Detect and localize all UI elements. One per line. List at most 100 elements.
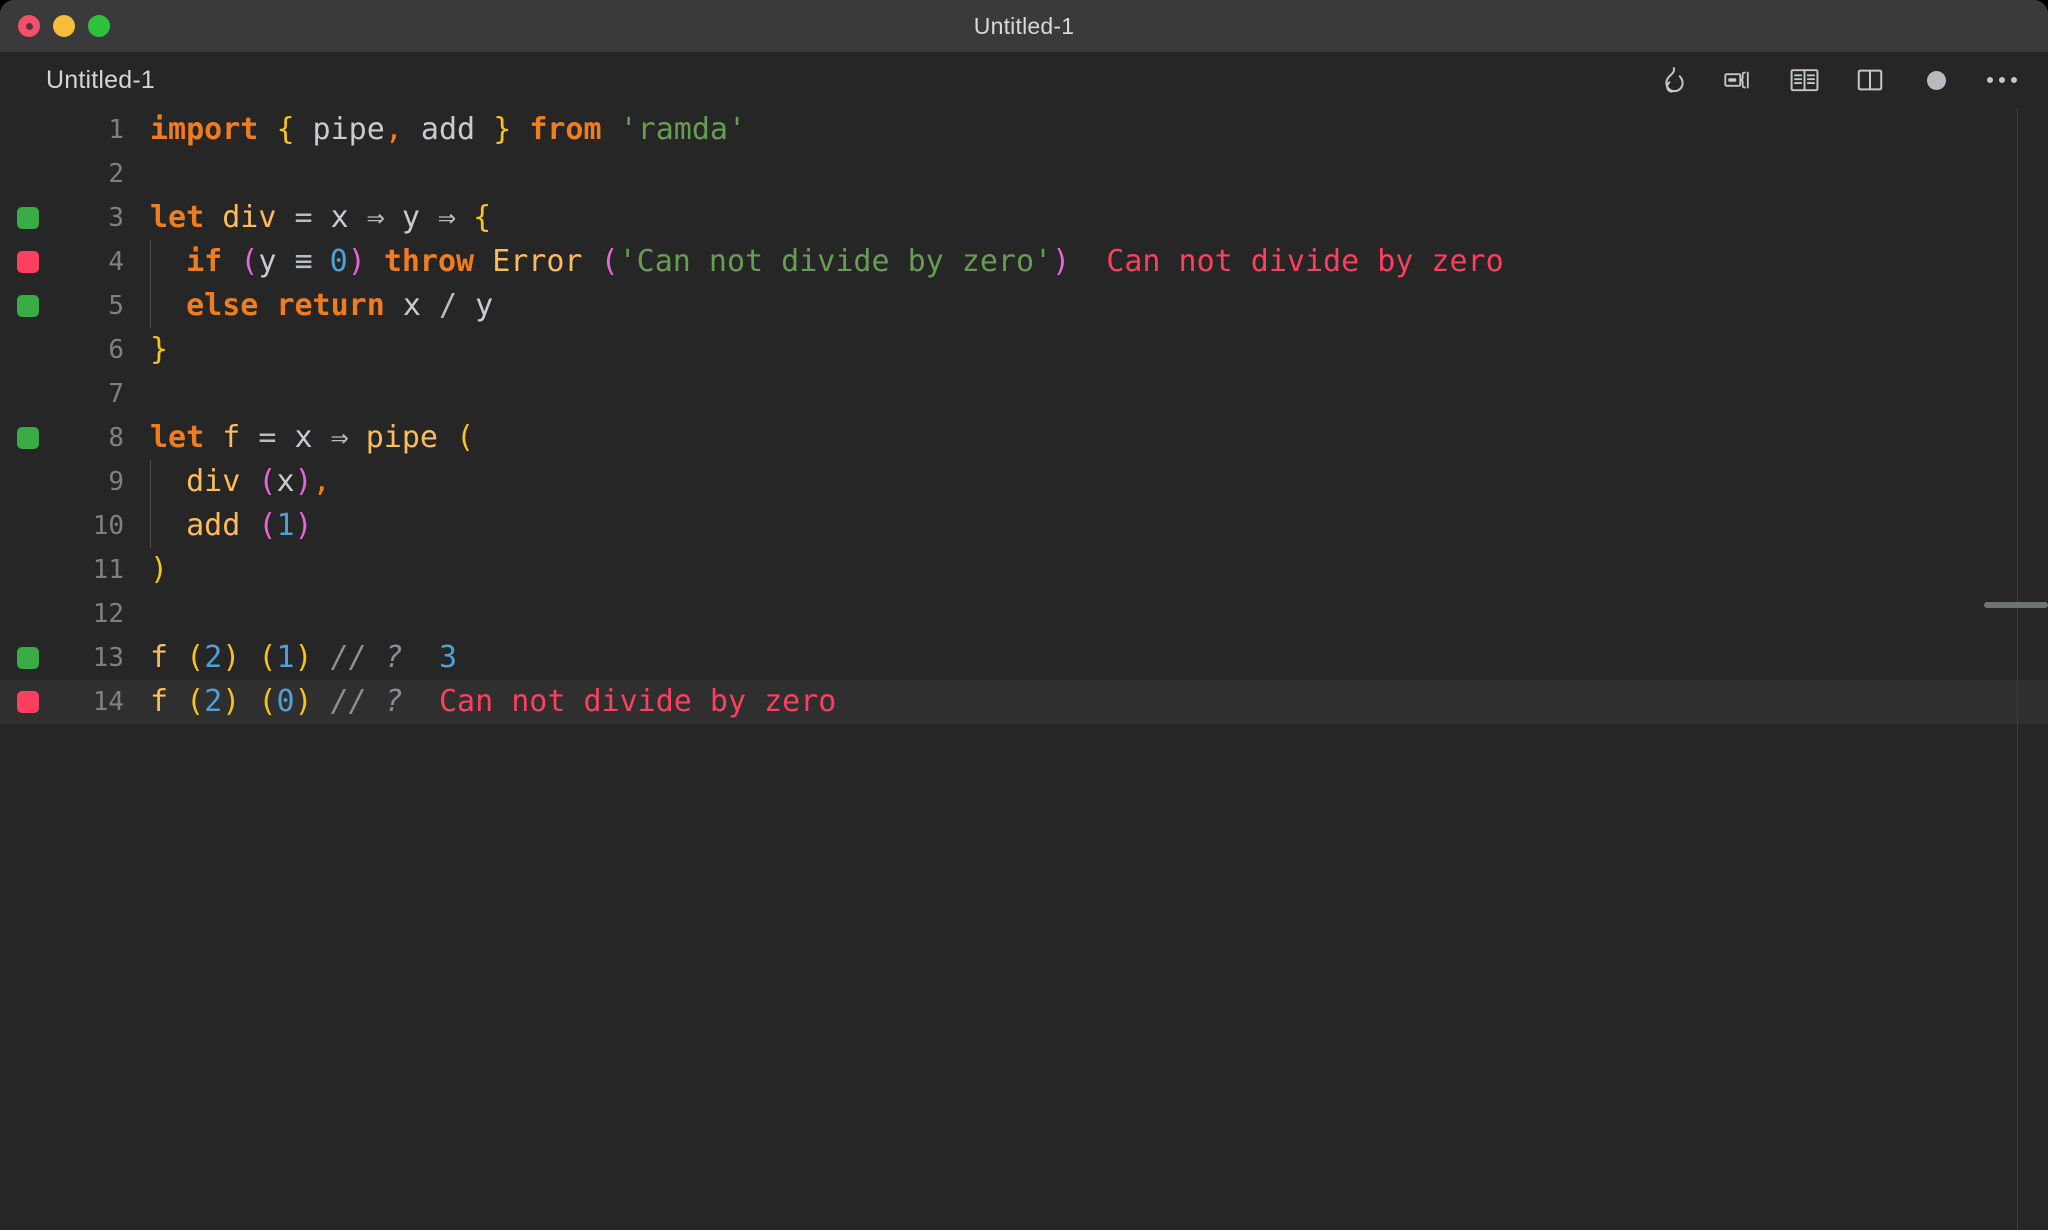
coverage-gutter xyxy=(0,559,56,581)
maximize-window-button[interactable] xyxy=(88,15,110,37)
code-token: ( xyxy=(258,640,277,675)
code-token: 2 xyxy=(204,640,223,675)
coverage-gutter xyxy=(0,383,56,405)
code-token: ) xyxy=(294,684,313,719)
split-editor-icon[interactable] xyxy=(1850,60,1890,100)
code-line[interactable]: 12 xyxy=(0,592,2048,636)
indent-guide xyxy=(150,284,151,328)
code-token: 0 xyxy=(329,244,348,279)
quokka-flame-icon[interactable] xyxy=(1652,60,1692,100)
code-token: Error xyxy=(492,244,583,279)
code-token: 1 xyxy=(276,508,295,543)
line-number: 13 xyxy=(92,643,124,673)
code-editor[interactable]: 1 import { pipe, add } from 'ramda' 2 3 let … xyxy=(0,108,2048,1230)
line-content[interactable]: } xyxy=(146,328,2048,372)
code-token: let xyxy=(150,420,205,455)
coverage-gutter xyxy=(0,295,56,317)
code-token: let xyxy=(150,200,205,235)
code-token: x xyxy=(276,464,295,499)
coverage-gutter xyxy=(0,471,56,493)
run-preview-icon[interactable] xyxy=(1718,60,1758,100)
book-preview-icon[interactable] xyxy=(1784,60,1824,100)
code-token: , xyxy=(384,112,403,147)
indent-guide xyxy=(150,460,151,504)
code-token: } xyxy=(150,332,169,367)
coverage-ok-marker xyxy=(17,295,39,317)
code-line[interactable]: 13 f (2) (1) // ? 3 xyxy=(0,636,2048,680)
line-content[interactable]: div (x), xyxy=(146,460,2048,504)
more-actions-icon[interactable] xyxy=(1982,60,2022,100)
tab-untitled-1[interactable]: Untitled-1 xyxy=(46,66,155,95)
line-content[interactable]: f (2) (0) // ? Can not divide by zero xyxy=(146,680,2048,724)
code-line[interactable]: 1 import { pipe, add } from 'ramda' xyxy=(0,108,2048,152)
code-line[interactable]: 2 xyxy=(0,152,2048,196)
minimize-window-button[interactable] xyxy=(53,15,75,37)
code-line[interactable]: 4 if (y ≡ 0) throw Error ('Can not divid… xyxy=(0,240,2048,284)
code-token: = xyxy=(294,200,313,235)
code-line[interactable]: 7 xyxy=(0,372,2048,416)
code-line[interactable]: 10 add (1) xyxy=(0,504,2048,548)
coverage-empty-marker xyxy=(17,383,39,405)
code-token: from xyxy=(529,112,602,147)
code-token: ( xyxy=(600,244,619,279)
line-content[interactable]: let f = x ⇒ pipe ( xyxy=(146,416,2048,460)
minimap-separator xyxy=(2017,108,2018,1230)
code-line[interactable]: 8 let f = x ⇒ pipe ( xyxy=(0,416,2048,460)
code-line[interactable]: 11) xyxy=(0,548,2048,592)
line-content[interactable]: let div = x ⇒ y ⇒ { xyxy=(146,196,2048,240)
code-token: ) xyxy=(294,640,313,675)
code-token: { xyxy=(473,200,492,235)
line-content[interactable]: else return x / y xyxy=(146,284,2048,328)
code-token: 'Can not divide by zero' xyxy=(618,244,1053,279)
line-number: 12 xyxy=(92,599,124,629)
code-token: return xyxy=(276,288,385,323)
unsaved-dot-icon[interactable] xyxy=(1916,60,1956,100)
line-content[interactable]: f (2) (1) // ? 3 xyxy=(146,636,2048,680)
coverage-gutter xyxy=(0,207,56,229)
horizontal-scrollbar[interactable] xyxy=(1984,602,2048,608)
code-token: ⇒ xyxy=(366,200,385,235)
code-token: x xyxy=(312,200,367,235)
code-line[interactable]: 5 else return x / y xyxy=(0,284,2048,328)
code-line[interactable]: 3 let div = x ⇒ y ⇒ { xyxy=(0,196,2048,240)
code-line[interactable]: 9 div (x), xyxy=(0,460,2048,504)
coverage-error-marker xyxy=(17,251,39,273)
coverage-empty-marker xyxy=(17,603,39,625)
line-content[interactable]: add (1) xyxy=(146,504,2048,548)
code-token: ) xyxy=(294,464,313,499)
code-line[interactable]: 14 f (2) (0) // ? Can not divide by zero xyxy=(0,680,2048,724)
code-token: pipe xyxy=(365,420,438,455)
code-token: ( xyxy=(186,684,205,719)
line-number: 4 xyxy=(108,247,124,277)
indent-guide xyxy=(150,504,151,548)
code-token: ( xyxy=(258,464,277,499)
title-bar: Untitled-1 xyxy=(0,0,2048,52)
code-lines[interactable]: 1 import { pipe, add } from 'ramda' 2 3 let … xyxy=(0,108,2048,724)
line-content[interactable]: if (y ≡ 0) throw Error ('Can not divide … xyxy=(146,240,2048,284)
indent-guide xyxy=(150,240,151,284)
code-token: = xyxy=(258,420,277,455)
line-content[interactable]: ) xyxy=(146,548,2048,592)
line-number: 2 xyxy=(108,159,124,189)
close-window-button[interactable] xyxy=(18,15,40,37)
code-token: else xyxy=(186,288,259,323)
line-content[interactable]: import { pipe, add } from 'ramda' xyxy=(146,108,2048,152)
code-line[interactable]: 6} xyxy=(0,328,2048,372)
coverage-gutter xyxy=(0,515,56,537)
code-token: ) xyxy=(150,552,169,587)
code-token: // ? xyxy=(330,640,403,675)
